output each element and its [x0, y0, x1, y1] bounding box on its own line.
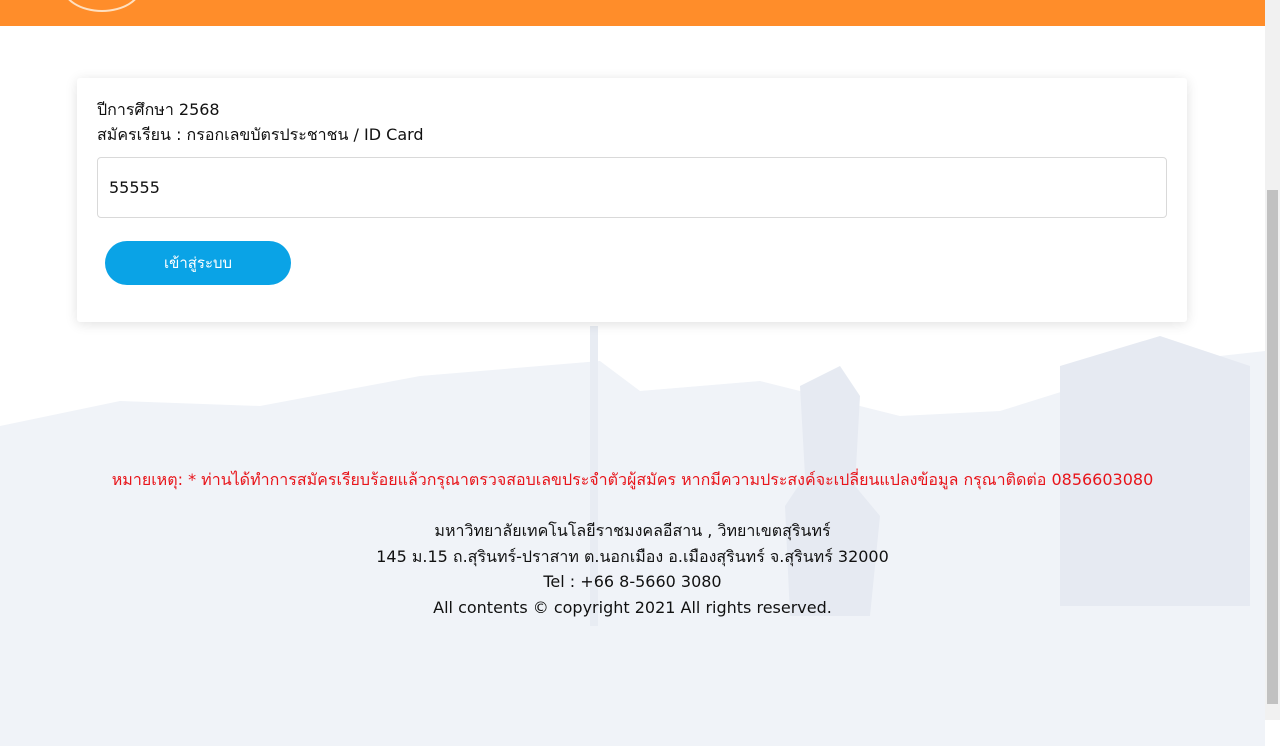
notice-text: หมายเหตุ: * ท่านได้ทำการสมัครเรียบร้อยแล…	[111, 470, 1154, 489]
footer: มหาวิทยาลัยเทคโนโลยีราชมงคลอีสาน , วิทยา…	[0, 518, 1265, 620]
university-logo[interactable]	[62, 0, 142, 12]
id-card-input[interactable]	[97, 157, 1167, 218]
header-bar	[0, 0, 1265, 26]
login-button[interactable]: เข้าสู่ระบบ	[105, 241, 291, 285]
footer-institution: มหาวิทยาลัยเทคโนโลยีราชมงคลอีสาน , วิทยา…	[434, 521, 831, 540]
login-card: ปีการศึกษา 2568 สมัครเรียน : กรอกเลขบัตร…	[77, 78, 1187, 322]
footer-tel: Tel : +66 8-5660 3080	[543, 572, 722, 591]
footer-copyright: All contents © copyright 2021 All rights…	[433, 597, 832, 617]
footer-address: 145 ม.15 ถ.สุรินทร์-ปราสาท ต.นอกเมือง อ.…	[376, 546, 889, 566]
scrollbar-thumb[interactable]	[1267, 190, 1278, 704]
page-scrollbar[interactable]	[1265, 0, 1280, 720]
id-card-prompt: สมัครเรียน : กรอกเลขบัตรประชาชน / ID Car…	[97, 125, 424, 144]
academic-year: ปีการศึกษา 2568	[97, 100, 220, 119]
